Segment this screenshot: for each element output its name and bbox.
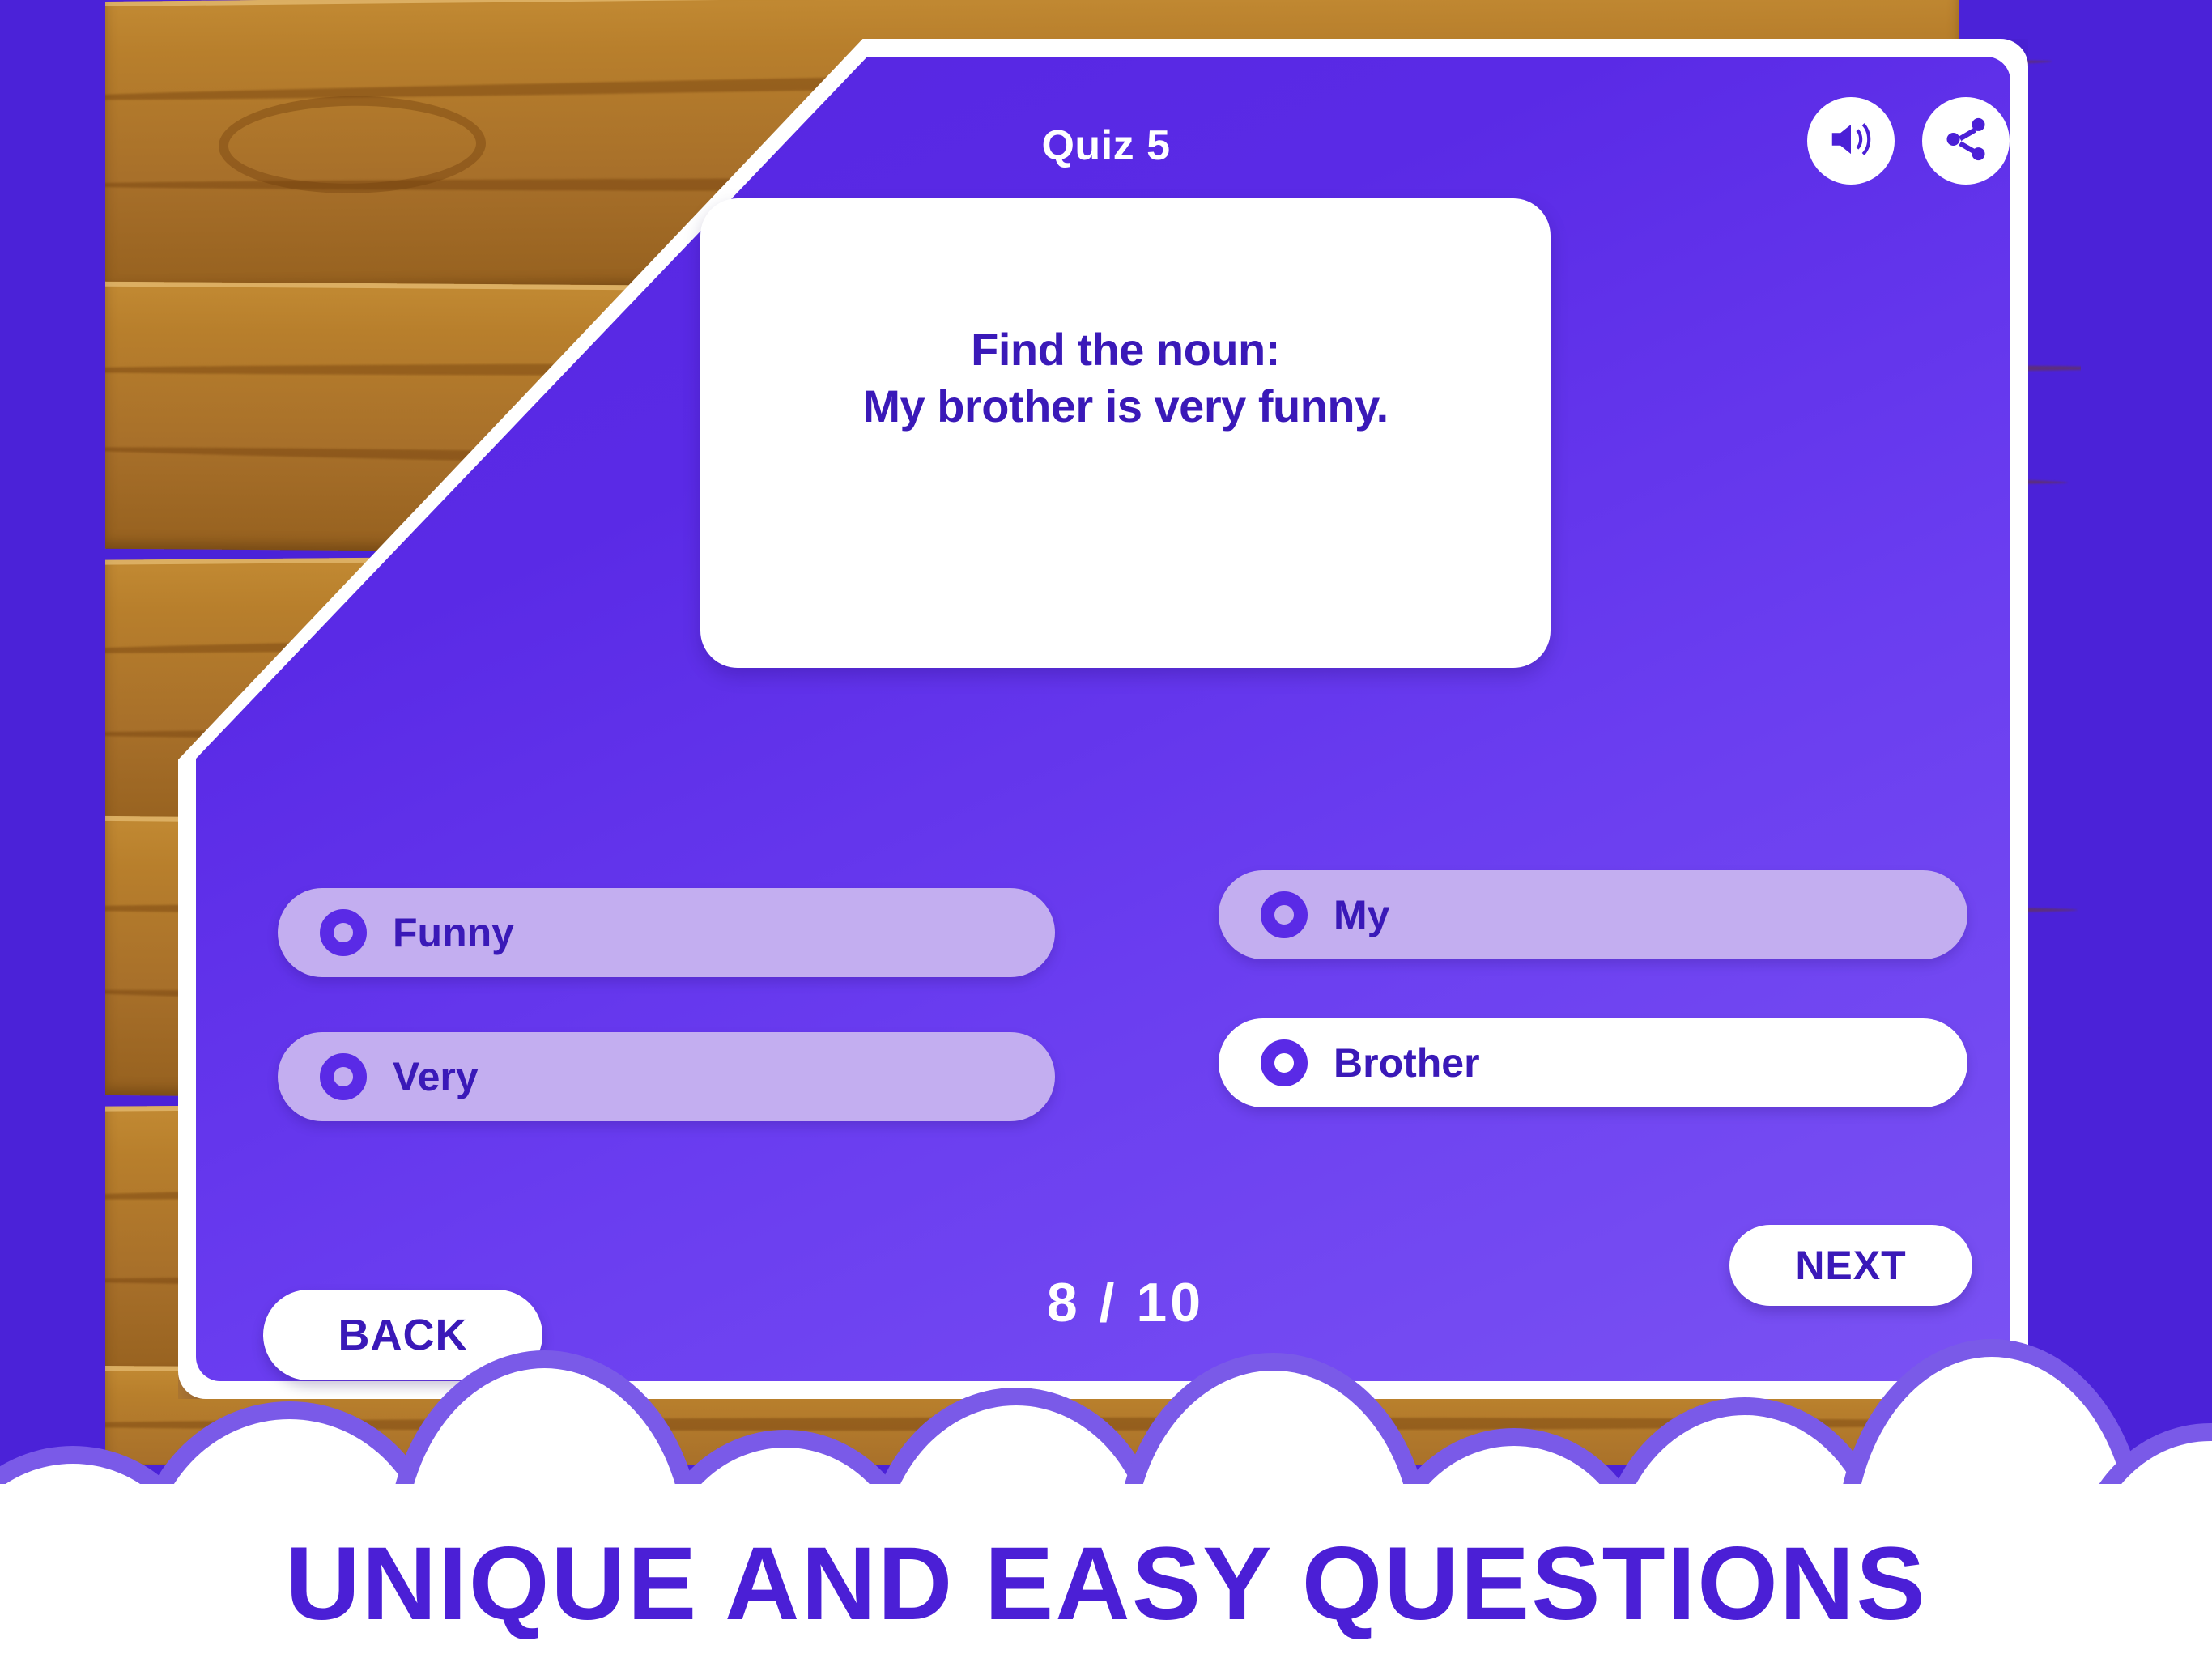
- answer-option-label: Very: [393, 1054, 479, 1099]
- answer-option-my[interactable]: My: [1219, 870, 1967, 959]
- answer-option-brother[interactable]: Brother: [1219, 1018, 1967, 1107]
- answer-option-label: My: [1334, 892, 1390, 937]
- answer-option-label: Brother: [1334, 1040, 1480, 1086]
- answer-option-label: Funny: [393, 910, 514, 955]
- promo-banner-text: UNIQUE AND EASY QUESTIONS: [285, 1526, 1927, 1642]
- next-button[interactable]: NEXT: [1729, 1225, 1972, 1306]
- radio-button-icon[interactable]: [320, 909, 367, 956]
- answer-option-very[interactable]: Very: [278, 1032, 1055, 1121]
- answer-option-funny[interactable]: Funny: [278, 888, 1055, 977]
- radio-button-icon[interactable]: [1261, 1039, 1308, 1086]
- radio-button-icon[interactable]: [1261, 891, 1308, 938]
- app-screen: Quiz 5 Find the noun: My brother is very…: [0, 0, 2212, 1658]
- radio-button-icon[interactable]: [320, 1053, 367, 1100]
